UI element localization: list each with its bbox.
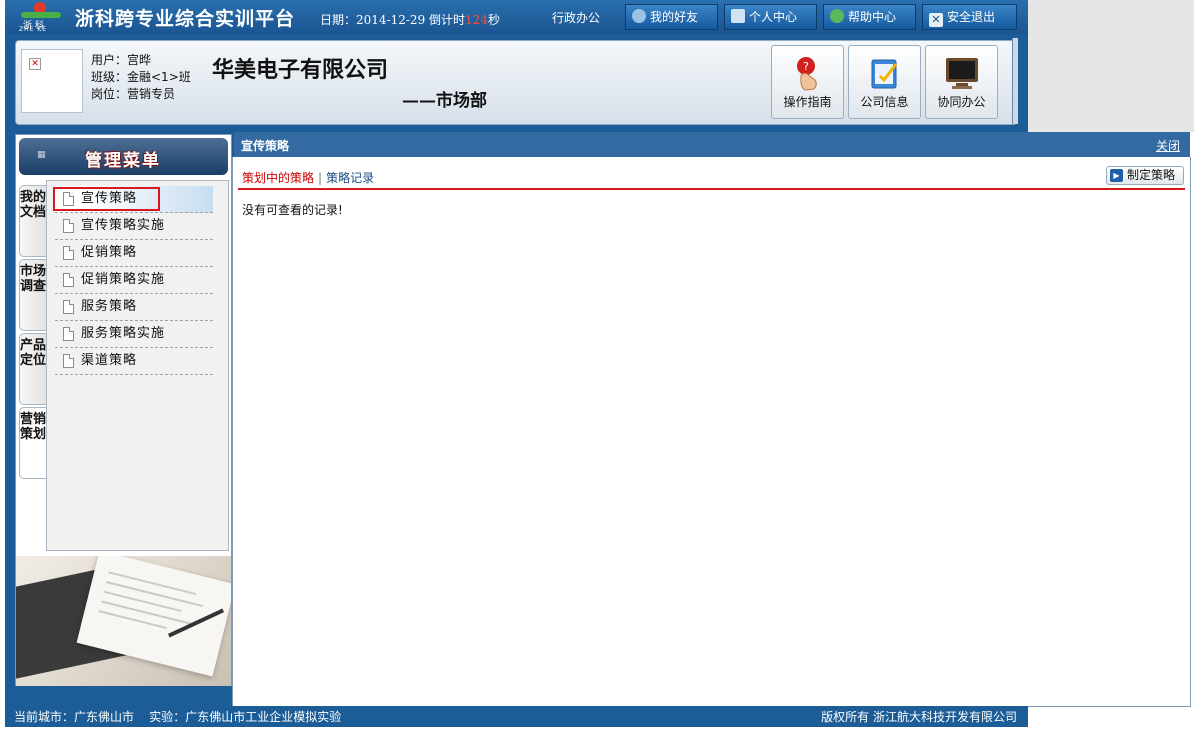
menu-item-label: 宣传策略实施: [81, 218, 166, 233]
countdown-unit: 秒: [487, 13, 500, 27]
empty-message: 没有可查看的记录!: [242, 203, 343, 217]
menu-item-promo-strategy-impl[interactable]: 宣传策略实施: [55, 213, 213, 240]
menu-item-label: 促销策略实施: [81, 272, 166, 287]
content-panel: 策划中的策略 | 策略记录 ▶ 制定策略 没有可查看的记录!: [232, 157, 1191, 707]
user-post: 岗位：营销专员: [91, 87, 176, 101]
divider-line: [238, 188, 1185, 190]
date-label: 日期：: [320, 13, 357, 27]
monitor-icon: [946, 58, 978, 89]
page: 浙 科 ZHE KE 浙科跨专业综合实训平台 日期：2014-12-29 倒计时…: [0, 0, 1194, 729]
help-center-button[interactable]: 帮助中心: [823, 4, 916, 30]
menu-item-channel-strategy[interactable]: 渠道策略: [55, 348, 213, 375]
help-center-label: 帮助中心: [848, 10, 897, 24]
document-icon: [63, 354, 74, 368]
user-class: 班级：金融<1>班: [91, 70, 191, 84]
background-area: [1028, 0, 1194, 132]
user-details: 用户：宫晔 班级：金融<1>班 岗位：营销专员: [91, 52, 191, 103]
document-icon: [63, 246, 74, 260]
info-scrollbar[interactable]: [1012, 38, 1018, 124]
svg-text:?: ?: [803, 60, 809, 73]
tab-market-research[interactable]: 市场调查: [19, 259, 46, 331]
logo: 浙 科 ZHE KE: [19, 0, 65, 33]
date-value: 2014-12-29: [356, 13, 426, 27]
menu-item-service-strategy[interactable]: 服务策略: [55, 294, 213, 321]
menu-item-service-strategy-impl[interactable]: 服务策略实施: [55, 321, 213, 348]
collab-office-button[interactable]: 协同办公: [925, 45, 998, 119]
operation-guide-button[interactable]: ? 操作指南: [771, 45, 844, 119]
menu-item-label: 服务策略实施: [81, 326, 166, 341]
countdown-value: 124: [465, 13, 488, 27]
tab-planning-strategies[interactable]: 策划中的策略: [242, 171, 314, 185]
admin-office-link[interactable]: 行政办公: [552, 9, 600, 26]
operation-guide-label: 操作指南: [783, 95, 832, 109]
tab-my-documents[interactable]: 我的文档: [19, 185, 46, 257]
menu-header: ▦ 管理菜单: [19, 138, 228, 175]
my-friends-button[interactable]: 我的好友: [625, 4, 718, 30]
footer-city-experiment: 当前城市：广东佛山市 实验：广东佛山市工业企业模拟实验: [14, 710, 342, 724]
help-icon: [830, 9, 844, 23]
make-strategy-button[interactable]: ▶ 制定策略: [1105, 166, 1184, 185]
document-icon: [63, 327, 74, 341]
document-icon: [63, 219, 74, 233]
selected-item-highlight: [53, 187, 160, 211]
guide-hand-icon: ?: [797, 57, 817, 91]
sidebar-decorative-image: [16, 556, 231, 686]
footer: 当前城市：广东佛山市 实验：广东佛山市工业企业模拟实验 版权所有 浙江航大科技开…: [5, 706, 1028, 727]
user-name: 用户：宫晔: [91, 53, 152, 67]
menu-item-sales-promo[interactable]: 促销策略: [55, 240, 213, 267]
personal-center-label: 个人中心: [749, 10, 798, 24]
menu-item-sales-promo-impl[interactable]: 促销策略实施: [55, 267, 213, 294]
menu-item-label: 渠道策略: [81, 353, 138, 368]
document-icon: [63, 300, 74, 314]
broken-image-icon: ✕: [29, 58, 41, 70]
tab-product-positioning[interactable]: 产品定位: [19, 333, 46, 405]
countdown-label: 倒计时: [429, 13, 466, 27]
menu-item-label: 服务策略: [81, 299, 138, 314]
company-info-button[interactable]: 公司信息: [848, 45, 921, 119]
collab-office-label: 协同办公: [937, 95, 986, 109]
tab-strategy-records[interactable]: 策略记录: [326, 171, 374, 185]
make-strategy-label: 制定策略: [1126, 168, 1175, 182]
tab-separator: |: [318, 171, 323, 185]
arrow-right-icon: ▶: [1109, 169, 1123, 182]
menu-item-label: 促销策略: [81, 245, 138, 260]
personal-center-button[interactable]: 个人中心: [724, 4, 817, 30]
my-friends-label: 我的好友: [650, 10, 699, 24]
menu-title: 管理菜单: [85, 151, 161, 171]
footer-copyright: 版权所有 浙江航大科技开发有限公司: [821, 710, 1017, 724]
logout-label: 安全退出: [947, 10, 996, 24]
friends-icon: [632, 9, 646, 23]
tab-marketing-planning[interactable]: 营销策划: [19, 407, 46, 479]
close-icon: ✕: [929, 13, 943, 27]
grip-icon: ▦: [37, 150, 46, 160]
strategy-tabs: 策划中的策略 | 策略记录: [242, 169, 374, 186]
logout-button[interactable]: ✕ 安全退出: [922, 4, 1017, 30]
app-title: 浙科跨专业综合实训平台: [75, 8, 296, 30]
document-icon: [63, 273, 74, 287]
content-title: 宣传策略: [241, 139, 290, 153]
department-name: ——市场部: [402, 91, 487, 111]
notepad-icon: [871, 59, 898, 89]
menu-list: 宣传策略 宣传策略实施 促销策略 促销策略实施 服务策略 服务策略实施 渠道策略: [46, 180, 229, 551]
close-link[interactable]: 关闭: [1156, 137, 1180, 154]
content-header: 宣传策略 关闭: [234, 132, 1190, 157]
avatar: ✕: [21, 49, 83, 113]
home-icon: [731, 9, 745, 23]
company-name: 华美电子有限公司: [212, 57, 389, 83]
date-countdown: 日期：2014-12-29 倒计时124秒: [320, 11, 500, 28]
company-info-label: 公司信息: [860, 95, 909, 109]
logo-subtext: ZHE KE: [19, 26, 48, 33]
